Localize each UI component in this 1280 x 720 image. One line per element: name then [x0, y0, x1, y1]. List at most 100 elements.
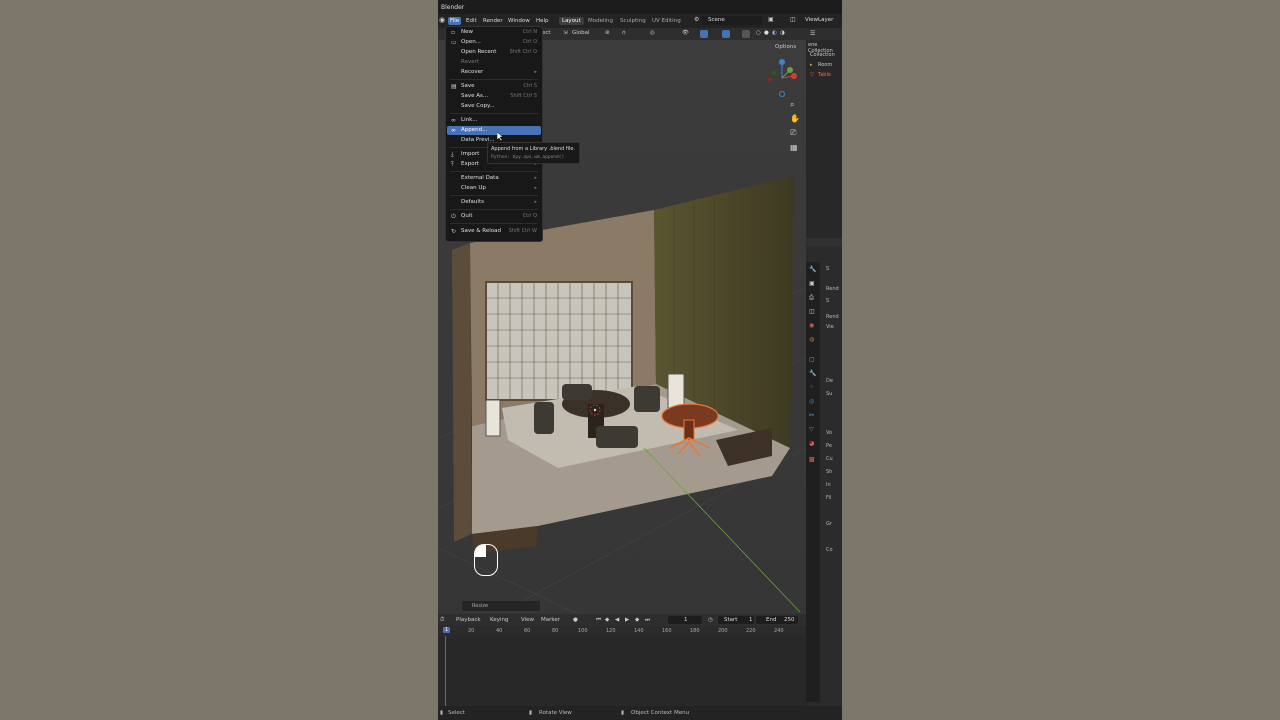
record-icon[interactable]: ●	[573, 617, 578, 623]
menu-item-open-recent[interactable]: Open Recent Shift Ctrl O	[447, 48, 541, 57]
menu-window[interactable]: Window	[506, 17, 532, 25]
scene-selector[interactable]: Scene	[702, 16, 762, 25]
menu-item-defaults[interactable]: Defaults ▸	[447, 198, 541, 207]
viewlayer-selector[interactable]: ViewLayer	[800, 16, 842, 25]
menu-item-recover[interactable]: Recover ▸	[447, 68, 541, 77]
xray-icon[interactable]	[742, 30, 750, 38]
pivot-icon[interactable]: ⊛	[605, 30, 610, 36]
modifier-tab-icon[interactable]: 🔧	[809, 370, 816, 377]
scene-browse-icon[interactable]: ▣	[768, 16, 774, 23]
outliner-row-table[interactable]: ▽ Table	[806, 72, 842, 81]
menu-playback[interactable]: Playback	[456, 617, 481, 623]
jump-end-icon[interactable]: ⏭	[645, 617, 650, 624]
particles-tab-icon[interactable]: ⁘	[809, 384, 814, 391]
transform-orientation-dropdown[interactable]: Global	[572, 30, 590, 36]
prop-row[interactable]: In	[826, 482, 831, 488]
prev-key-icon[interactable]: ◆	[605, 617, 609, 623]
end-frame-field[interactable]: End 250	[756, 616, 798, 624]
overlay-toggle-icon[interactable]	[722, 30, 730, 38]
menu-item-revert[interactable]: Revert	[447, 58, 541, 67]
render-tab-icon[interactable]: ▣	[809, 280, 815, 287]
play-reverse-icon[interactable]: ◀	[615, 617, 619, 623]
options-dropdown[interactable]: Options	[775, 44, 796, 50]
gizmo-toggle-icon[interactable]	[700, 30, 708, 38]
proportional-edit-icon[interactable]: ◎	[650, 30, 655, 36]
material-tab-icon[interactable]: ◕	[809, 440, 814, 447]
menu-item-save-as[interactable]: Save As... Shift Ctrl S	[447, 92, 541, 101]
timeline-editor-icon[interactable]: ⏱	[440, 617, 444, 624]
wireframe-shading-icon[interactable]: ○	[756, 30, 761, 36]
menu-item-link[interactable]: ∞ Link...	[447, 116, 541, 125]
prop-row[interactable]: Vo	[826, 430, 832, 436]
menu-item-new[interactable]: ▫ New Ctrl N	[447, 28, 541, 37]
view-layer-tab-icon[interactable]: ◫	[809, 308, 815, 315]
menu-item-open[interactable]: ▭ Open... Ctrl O	[447, 38, 541, 47]
prop-row[interactable]: Gr	[826, 521, 832, 527]
menu-item-clean-up[interactable]: Clean Up ▸	[447, 184, 541, 193]
menu-item-append[interactable]: ∞ Append...	[447, 126, 541, 135]
menu-help[interactable]: Help	[534, 17, 551, 25]
prop-row[interactable]: Rend	[826, 314, 839, 320]
preview-range-icon[interactable]: ◷	[708, 617, 713, 623]
tab-sculpting[interactable]: Sculpting	[617, 17, 649, 25]
solid-shading-icon[interactable]: ●	[764, 30, 769, 36]
current-frame-field[interactable]: 1	[668, 616, 702, 624]
outliner-row-room[interactable]: ▸ Room	[806, 62, 842, 71]
menu-item-external-data[interactable]: External Data ▸	[447, 174, 541, 183]
playhead-frame[interactable]: 1	[443, 627, 451, 633]
menu-item-quit[interactable]: ⏻ Quit Ctrl Q	[447, 212, 541, 221]
navigation-gizmo[interactable]	[764, 58, 800, 98]
grid-view-icon[interactable]: ▦	[790, 143, 798, 152]
operator-redo-panel[interactable]: Resize	[462, 601, 540, 611]
outliner-editor-icon[interactable]: ☰	[810, 30, 815, 37]
menu-item-save[interactable]: ▤ Save Ctrl S	[447, 82, 541, 91]
material-shading-icon[interactable]: ◐	[772, 30, 777, 36]
prop-row[interactable]: Vie	[826, 324, 834, 330]
outliner-row[interactable]: ene Collection	[806, 42, 842, 54]
prop-row[interactable]: Rend	[826, 286, 839, 292]
prop-row[interactable]: Cu	[826, 456, 833, 462]
camera-icon[interactable]: ⎚	[790, 128, 796, 138]
menu-marker[interactable]: Marker	[541, 617, 560, 623]
tab-layout[interactable]: Layout	[559, 17, 584, 25]
physics-tab-icon[interactable]: ◎	[809, 398, 814, 405]
prop-row[interactable]: Co	[826, 547, 833, 553]
prop-row[interactable]: Fil	[826, 495, 831, 501]
tool-tab-icon[interactable]: 🔧	[809, 266, 816, 273]
menu-item-save-reload[interactable]: ↻ Save & Reload Shift Ctrl W	[447, 227, 541, 236]
pan-hand-icon[interactable]: ✋	[790, 114, 800, 123]
prop-row[interactable]: S	[826, 298, 829, 304]
tab-uv-editing[interactable]: UV Editing	[649, 17, 684, 25]
menu-file[interactable]: File	[448, 17, 462, 25]
world-tab-icon[interactable]: ◍	[809, 336, 814, 343]
prop-row[interactable]: Su	[826, 391, 832, 397]
visibility-icon[interactable]: 👁	[682, 30, 689, 36]
menu-render[interactable]: Render	[481, 17, 505, 25]
menu-keying[interactable]: Keying	[490, 617, 508, 623]
constraints-tab-icon[interactable]: ⚯	[809, 412, 814, 419]
start-frame-field[interactable]: Start 1	[718, 616, 754, 624]
prop-row[interactable]: De	[826, 378, 833, 384]
output-tab-icon[interactable]: ⎙	[809, 294, 814, 302]
playhead-line[interactable]	[445, 636, 446, 706]
rendered-shading-icon[interactable]: ◑	[780, 30, 785, 36]
tab-modeling[interactable]: Modeling	[585, 17, 616, 25]
outliner-row[interactable]: Collection	[806, 52, 842, 61]
data-tab-icon[interactable]: ▽	[809, 426, 814, 433]
scene-tab-icon[interactable]: ◉	[809, 322, 814, 329]
play-icon[interactable]: ▶	[625, 617, 629, 623]
texture-tab-icon[interactable]: ▩	[809, 456, 815, 463]
transform-orientation-icon[interactable]: ⇲	[563, 30, 568, 36]
prop-row[interactable]: Pe	[826, 443, 832, 449]
zoom-icon[interactable]: ⌕	[790, 100, 794, 110]
prop-row[interactable]: Sh	[826, 469, 832, 475]
menu-view[interactable]: View	[521, 617, 534, 623]
snap-icon[interactable]: ∩	[622, 30, 626, 36]
menu-item-save-copy[interactable]: Save Copy...	[447, 102, 541, 111]
menu-edit[interactable]: Edit	[464, 17, 479, 25]
timeline-ruler[interactable]: 1 20 40 60 80 100 120 140 160 180 200 22…	[438, 626, 806, 636]
object-tab-icon[interactable]: ▢	[809, 356, 815, 363]
jump-start-icon[interactable]: ⏮	[596, 617, 601, 624]
blender-logo-icon[interactable]: ◉	[439, 16, 445, 24]
next-key-icon[interactable]: ◆	[635, 617, 639, 623]
